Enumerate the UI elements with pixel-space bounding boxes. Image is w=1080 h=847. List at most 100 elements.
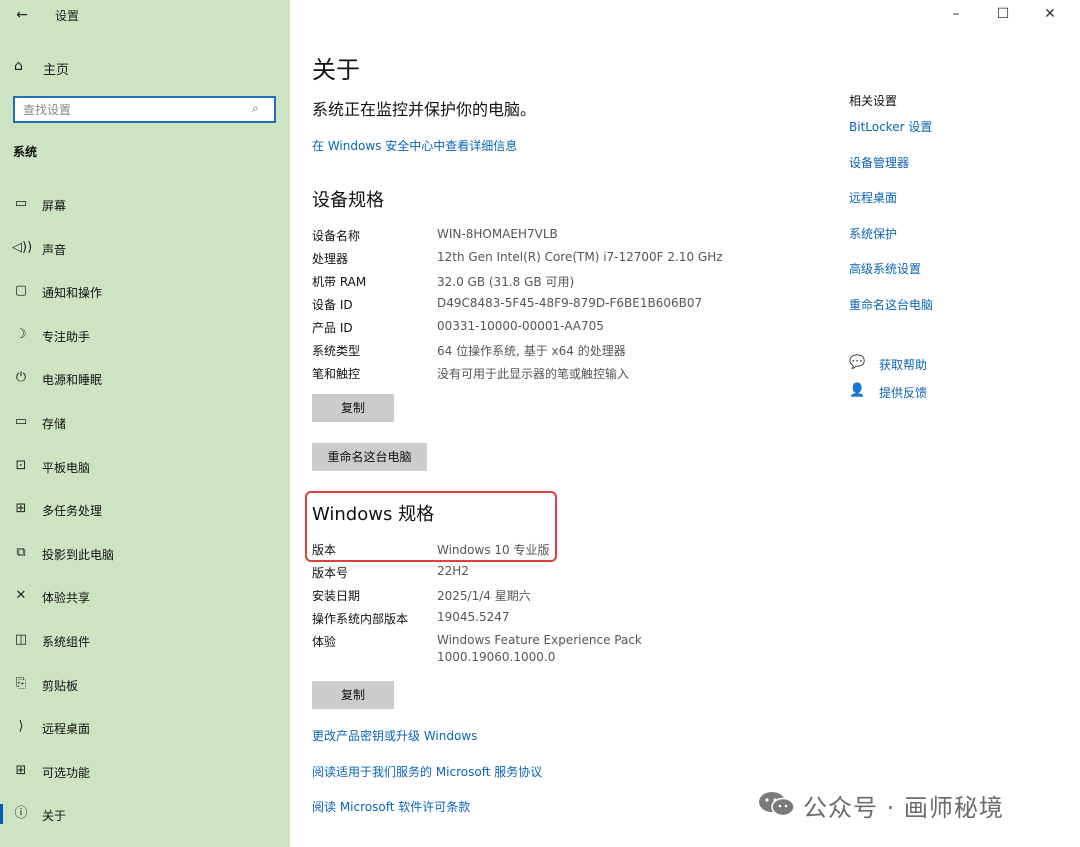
related-settings: 相关设置 BitLocker 设置 设备管理器 远程桌面 系统保护 高级系统设置… xyxy=(849,92,1049,331)
sidebar-item-label: 多任务处理 xyxy=(42,504,103,519)
watermark: 公众号 · 画师秘境 xyxy=(757,786,1057,822)
titlebar-left: ← 设置 xyxy=(0,0,290,30)
spec-row: 设备 ID D49C8483-5F45-48F9-879D-F6BE1B606B0… xyxy=(312,293,812,316)
features-icon: ⊞ xyxy=(15,762,27,778)
sidebar-item-tablet[interactable]: ⊡ 平板电脑 xyxy=(0,444,290,488)
spec-row: 版本号 22H2 xyxy=(312,561,812,584)
security-center-link[interactable]: 在 Windows 安全中心中查看详细信息 xyxy=(312,137,517,154)
main-content: – ☐ ✕ 关于 系统正在监控并保护你的电脑。 在 Windows 安全中心中查… xyxy=(290,0,1080,847)
sidebar-item-multitask[interactable]: ⊞ 多任务处理 xyxy=(0,487,290,531)
sidebar-item-label: 远程桌面 xyxy=(42,722,91,737)
license-terms-link[interactable]: 阅读 Microsoft 软件许可条款 xyxy=(312,798,470,815)
spec-value: WIN-8HOMAEH7VLB xyxy=(437,227,558,241)
sidebar-item-label: 关于 xyxy=(42,809,67,824)
close-icon[interactable]: ✕ xyxy=(1040,4,1060,24)
spec-key: 设备 ID xyxy=(312,298,353,312)
sidebar-item-moon[interactable]: ☽ 专注助手 xyxy=(0,313,290,357)
notification-icon: ▢ xyxy=(14,283,28,299)
spec-row: 设备名称 WIN-8HOMAEH7VLB xyxy=(312,224,812,247)
help-icon: 💬 xyxy=(849,355,866,370)
search-box[interactable]: ⌕ xyxy=(13,96,276,123)
sidebar-item-label: 体验共享 xyxy=(42,591,91,606)
spec-value: 12th Gen Intel(R) Core(TM) i7-12700F 2.1… xyxy=(437,250,723,264)
sidebar-item-label: 剪贴板 xyxy=(42,678,79,693)
monitor-icon: ▭ xyxy=(14,196,28,211)
spec-row: 安装日期 2025/1/4 星期六 xyxy=(312,584,812,607)
copy-device-specs-button[interactable]: 复制 xyxy=(312,394,394,422)
search-input[interactable] xyxy=(23,101,243,119)
sidebar-item-info[interactable]: ⓘ 关于 xyxy=(0,792,290,836)
section-label: 系统 xyxy=(13,145,38,159)
system-protection-link[interactable]: 系统保护 xyxy=(849,225,1049,261)
spec-key: 处理器 xyxy=(312,252,349,266)
moon-icon: ☽ xyxy=(15,326,27,342)
spec-key: 安装日期 xyxy=(312,589,361,603)
feedback-link[interactable]: 👤 提供反馈 xyxy=(849,382,1049,410)
minimize-icon[interactable]: – xyxy=(946,4,966,24)
device-manager-link[interactable]: 设备管理器 xyxy=(849,154,1049,190)
protection-status: 系统正在监控并保护你的电脑。 xyxy=(312,100,537,119)
copy-windows-specs-button[interactable]: 复制 xyxy=(312,681,394,709)
sidebar-item-label: 投影到此电脑 xyxy=(42,547,115,562)
app-title: 设置 xyxy=(55,9,80,23)
page-title: 关于 xyxy=(312,56,360,84)
sidebar-item-home[interactable]: ⌂ 主页 xyxy=(0,52,290,80)
get-help-link[interactable]: 💬 获取帮助 xyxy=(849,354,1049,382)
back-arrow-icon[interactable]: ← xyxy=(12,5,32,25)
spec-key: 设备名称 xyxy=(312,229,361,243)
settings-window: ← 设置 ⌂ 主页 ⌕ 系统 ▭ 屏幕 ◁)) 声音 ▢ 通知和操作 ☽ 专注助手 ⏻ 电源和睡眠… xyxy=(0,0,1080,847)
spec-key: 体验 xyxy=(312,635,337,649)
sidebar-item-clipboard[interactable]: ⎘ 剪贴板 xyxy=(0,662,290,706)
sidebar-item-share[interactable]: ✕ 体验共享 xyxy=(0,574,290,618)
remote-icon: ⟩ xyxy=(18,719,24,735)
sidebar-item-features[interactable]: ⊞ 可选功能 xyxy=(0,749,290,793)
spec-row: 产品 ID 00331-10000-00001-AA705 xyxy=(312,316,812,339)
spec-value: Windows Feature Experience Pack xyxy=(437,633,642,647)
spec-row: 机带 RAM 32.0 GB (31.8 GB 可用) xyxy=(312,270,812,293)
spec-key: 机带 RAM xyxy=(312,275,367,289)
device-specs-title: 设备规格 xyxy=(312,190,384,211)
storage-icon: ▭ xyxy=(14,413,28,429)
rename-pc-button[interactable]: 重命名这台电脑 xyxy=(312,443,427,471)
sidebar-item-label: 屏幕 xyxy=(42,199,67,213)
sidebar-item-power[interactable]: ⏻ 电源和睡眠 xyxy=(0,356,290,400)
sidebar-item-label: 可选功能 xyxy=(42,765,91,780)
windows-specs-title: Windows 规格 xyxy=(312,504,435,525)
change-product-key-link[interactable]: 更改产品密钥或升级 Windows xyxy=(312,727,477,744)
spec-value: 19045.5247 xyxy=(437,610,510,624)
service-agreement-link[interactable]: 阅读适用于我们服务的 Microsoft 服务协议 xyxy=(312,763,542,780)
spec-value: Windows 10 专业版 xyxy=(437,543,550,557)
search-icon[interactable]: ⌕ xyxy=(252,101,268,117)
sidebar-item-speaker[interactable]: ◁)) 声音 xyxy=(0,226,290,270)
spec-key: 操作系统内部版本 xyxy=(312,612,409,626)
sidebar-item-label: 主页 xyxy=(43,63,70,78)
spec-key: 系统类型 xyxy=(312,344,361,358)
multitask-icon: ⊞ xyxy=(15,501,27,517)
watermark-text: 公众号 · 画师秘境 xyxy=(803,794,1004,822)
rename-pc-link[interactable]: 重命名这台电脑 xyxy=(849,296,1049,332)
sidebar-nav: ▭ 屏幕 ◁)) 声音 ▢ 通知和操作 ☽ 专注助手 ⏻ 电源和睡眠 ▭ 存储 ⊡ 平板电脑 ⊞ 多任务处理 ⧉… xyxy=(0,182,290,836)
spec-row: 系统类型 64 位操作系统, 基于 x64 的处理器 xyxy=(312,339,812,362)
bitlocker-link[interactable]: BitLocker 设置 xyxy=(849,118,1049,154)
spec-row: 版本 Windows 10 专业版 xyxy=(312,538,812,561)
spec-key: 产品 ID xyxy=(312,321,353,335)
get-help-label: 获取帮助 xyxy=(879,358,928,372)
sidebar-item-project[interactable]: ⧉ 投影到此电脑 xyxy=(0,531,290,575)
spec-value: 2025/1/4 星期六 xyxy=(437,589,531,603)
spec-key: 版本 xyxy=(312,543,337,557)
spec-row: 笔和触控 没有可用于此显示器的笔或触控输入 xyxy=(312,362,812,385)
sidebar-item-components[interactable]: ◫ 系统组件 xyxy=(0,618,290,662)
sidebar-item-label: 平板电脑 xyxy=(42,460,91,475)
spec-value: 22H2 xyxy=(437,564,469,578)
sidebar-item-monitor[interactable]: ▭ 屏幕 xyxy=(0,182,290,226)
sidebar-item-notification[interactable]: ▢ 通知和操作 xyxy=(0,269,290,313)
related-settings-header: 相关设置 xyxy=(849,94,898,108)
maximize-icon[interactable]: ☐ xyxy=(993,4,1013,24)
sidebar-item-storage[interactable]: ▭ 存储 xyxy=(0,400,290,444)
sidebar-item-remote[interactable]: ⟩ 远程桌面 xyxy=(0,705,290,749)
advanced-system-settings-link[interactable]: 高级系统设置 xyxy=(849,260,1049,296)
sidebar-item-label: 专注助手 xyxy=(42,329,91,344)
sidebar-item-label: 通知和操作 xyxy=(42,286,103,301)
wechat-icon xyxy=(759,792,795,817)
remote-desktop-link[interactable]: 远程桌面 xyxy=(849,189,1049,225)
